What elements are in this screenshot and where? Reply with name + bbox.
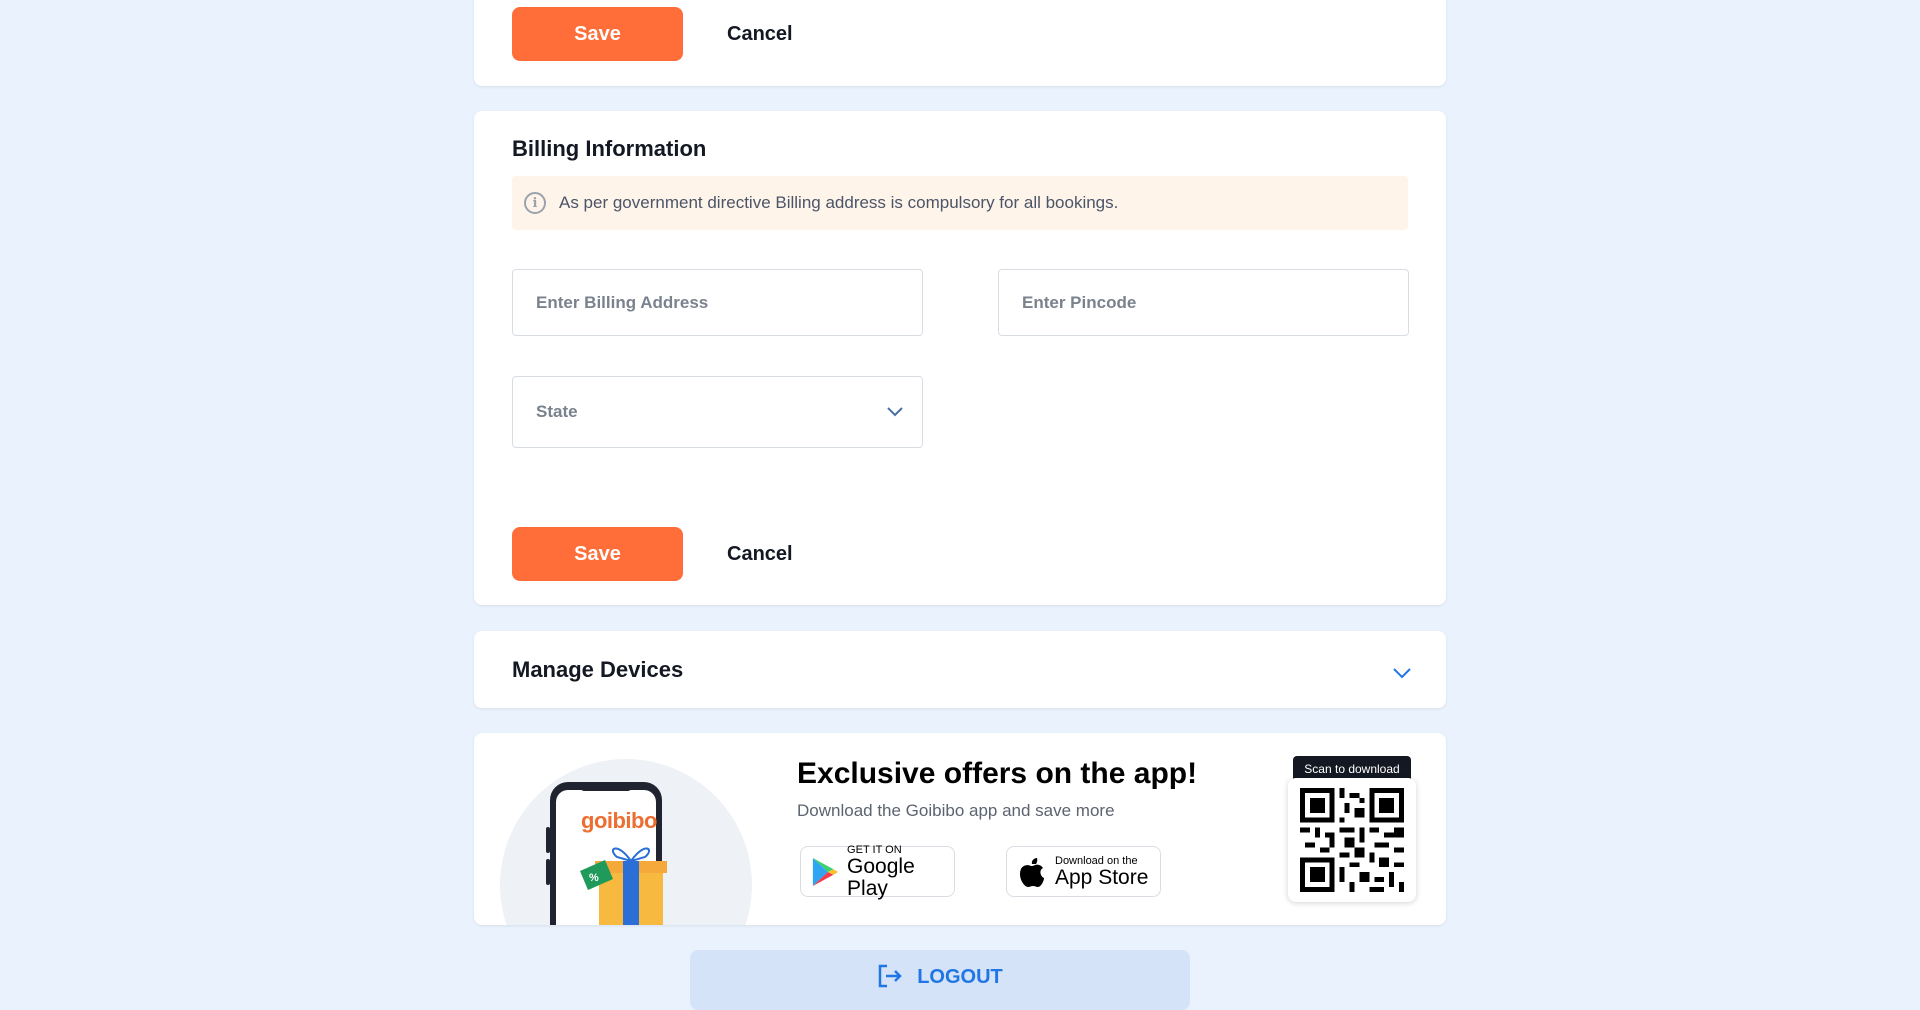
apple-icon <box>1020 857 1044 887</box>
save-button[interactable]: Save <box>512 7 683 61</box>
qr-code-icon <box>1300 788 1404 892</box>
chevron-down-icon <box>887 407 903 417</box>
app-store-small: Download on the <box>1055 854 1138 867</box>
state-select[interactable]: State <box>512 376 923 448</box>
app-promo-title: Exclusive offers on the app! <box>797 757 1198 790</box>
billing-title: Billing Information <box>512 136 707 161</box>
billing-information-card: Billing Information i As per government … <box>474 111 1446 605</box>
manage-devices-title: Manage Devices <box>512 657 684 682</box>
state-select-value: State <box>536 402 578 421</box>
google-play-icon <box>812 857 839 886</box>
profile-edit-card: Save Cancel <box>474 0 1446 86</box>
svg-text:%: % <box>589 872 599 884</box>
app-store-button[interactable]: Download on the App Store <box>1006 846 1161 897</box>
chevron-down-icon[interactable] <box>1392 667 1412 679</box>
qr-code <box>1288 778 1416 902</box>
billing-cancel-button[interactable]: Cancel <box>727 527 793 581</box>
goibibo-logo-text: goibibo <box>581 808 657 833</box>
logout-label: LOGOUT <box>917 966 1003 988</box>
billing-save-button[interactable]: Save <box>512 527 683 581</box>
google-play-small: GET IT ON <box>847 843 902 856</box>
goibibo-logo: goibibo <box>581 808 657 834</box>
billing-notice: i As per government directive Billing ad… <box>512 176 1408 230</box>
app-promo-card: % goibibo Exclusive offers on the app! D… <box>474 733 1446 925</box>
google-play-button[interactable]: GET IT ON Google Play <box>800 843 955 900</box>
info-icon: i <box>524 192 546 214</box>
google-play-big: Google Play <box>847 854 915 900</box>
pincode-input[interactable] <box>998 269 1409 336</box>
cancel-button[interactable]: Cancel <box>727 7 793 61</box>
app-promo-subtitle: Download the Goibibo app and save more <box>797 801 1115 820</box>
logout-button[interactable]: LOGOUT <box>690 950 1190 1010</box>
billing-address-input[interactable] <box>512 269 923 336</box>
phone-illustration: % <box>500 759 752 925</box>
manage-devices-card[interactable]: Manage Devices <box>474 631 1446 708</box>
app-store-big: App Store <box>1055 865 1149 889</box>
billing-notice-text: As per government directive Billing addr… <box>559 193 1119 212</box>
logout-icon <box>878 964 902 988</box>
